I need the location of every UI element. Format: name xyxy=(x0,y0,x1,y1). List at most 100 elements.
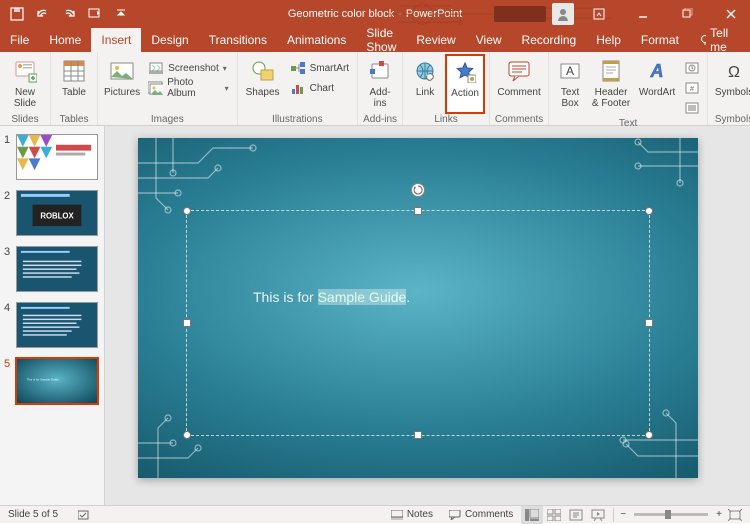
save-button[interactable] xyxy=(8,5,26,23)
pictures-button[interactable]: Pictures xyxy=(102,54,142,114)
shapes-button[interactable]: Shapes xyxy=(242,54,284,114)
text-more-1[interactable] xyxy=(681,58,703,78)
zoom-out-button[interactable]: − xyxy=(618,506,628,523)
resize-handle-nw[interactable] xyxy=(183,207,191,215)
text-more-3[interactable] xyxy=(681,98,703,118)
zoom-slider[interactable] xyxy=(634,513,708,516)
tab-slideshow[interactable]: Slide Show xyxy=(356,28,406,52)
share-button[interactable]: Share xyxy=(743,28,750,52)
title-right xyxy=(494,0,750,28)
quick-access-toolbar xyxy=(0,5,130,23)
chart-button[interactable]: Chart xyxy=(286,78,353,98)
notes-button[interactable]: Notes xyxy=(383,506,441,523)
pictures-label: Pictures xyxy=(104,87,140,98)
new-slide-label: New Slide xyxy=(14,87,36,109)
date-time-icon xyxy=(685,62,699,74)
thumbnail-preview xyxy=(16,246,98,292)
link-button[interactable]: Link xyxy=(407,54,443,114)
resize-handle-se[interactable] xyxy=(645,431,653,439)
tab-home[interactable]: Home xyxy=(39,28,91,52)
screenshot-label: Screenshot xyxy=(168,63,219,74)
addins-button[interactable]: Add- ins xyxy=(362,54,398,114)
close-button[interactable] xyxy=(712,0,750,28)
zoom-in-label: + xyxy=(716,509,722,520)
action-label: Action xyxy=(451,88,479,99)
editing-area: 1 2 ROBLOX 3 4 5 This is for S xyxy=(0,126,750,505)
thumbnail-2[interactable]: 2 ROBLOX xyxy=(4,190,100,236)
slide-canvas-area[interactable]: This is for Sample Guide. xyxy=(105,126,750,505)
undo-button[interactable] xyxy=(34,5,52,23)
tab-file[interactable]: File xyxy=(0,28,39,52)
tab-format[interactable]: Format xyxy=(631,28,689,52)
group-tables: Table Tables xyxy=(51,52,98,125)
resize-handle-e[interactable] xyxy=(645,319,653,327)
tab-help[interactable]: Help xyxy=(586,28,631,52)
slide[interactable]: This is for Sample Guide. xyxy=(138,138,698,478)
resize-handle-ne[interactable] xyxy=(645,207,653,215)
text-placeholder-selection[interactable]: This is for Sample Guide. xyxy=(186,210,650,436)
status-slide-indicator[interactable]: Slide 5 of 5 xyxy=(0,509,58,520)
thumbnail-3[interactable]: 3 xyxy=(4,246,100,292)
smartart-button[interactable]: SmartArt xyxy=(286,58,353,78)
thumbnail-number: 4 xyxy=(4,302,12,314)
qat-more-button[interactable] xyxy=(112,5,130,23)
fit-to-window-button[interactable] xyxy=(724,506,746,524)
status-language[interactable] xyxy=(70,506,98,523)
resize-handle-w[interactable] xyxy=(183,319,191,327)
tab-recording[interactable]: Recording xyxy=(512,28,587,52)
text-more-2[interactable]: # xyxy=(681,78,703,98)
textbox-button[interactable]: A Text Box xyxy=(553,54,587,114)
wordart-button[interactable]: A WordArt xyxy=(635,54,679,114)
tab-review[interactable]: Review xyxy=(406,28,465,52)
zoom-slider-thumb[interactable] xyxy=(665,510,671,519)
account-name-box[interactable] xyxy=(494,6,546,22)
thumbnail-5[interactable]: 5 This is for Sample Guide. xyxy=(4,358,100,404)
fit-icon xyxy=(728,509,742,521)
comment-label: Comment xyxy=(497,87,540,98)
tell-me-button[interactable]: Tell me xyxy=(689,28,743,52)
account-avatar[interactable] xyxy=(552,3,574,25)
comment-button[interactable]: Comment xyxy=(494,54,544,114)
rotate-handle[interactable] xyxy=(411,183,425,197)
spellcheck-icon xyxy=(78,509,90,521)
resize-handle-sw[interactable] xyxy=(183,431,191,439)
tab-animations[interactable]: Animations xyxy=(277,28,356,52)
new-slide-button[interactable]: New Slide xyxy=(4,54,46,114)
slide-thumbnails-panel[interactable]: 1 2 ROBLOX 3 4 5 This is for S xyxy=(0,126,105,505)
ribbon-display-options-button[interactable] xyxy=(580,0,618,28)
thumbnail-number: 2 xyxy=(4,190,12,202)
tab-insert[interactable]: Insert xyxy=(91,28,141,52)
tell-me-label: Tell me xyxy=(710,26,733,54)
resize-handle-n[interactable] xyxy=(414,207,422,215)
action-button[interactable]: Action xyxy=(445,54,485,114)
view-slideshow-button[interactable] xyxy=(587,506,609,524)
text-selected: Sample Guide xyxy=(318,289,407,305)
start-from-beginning-button[interactable] xyxy=(86,5,104,23)
headerfooter-button[interactable]: Header & Footer xyxy=(589,54,633,114)
title-bar: Geometric color block - PowerPoint xyxy=(0,0,750,28)
thumbnail-1[interactable]: 1 xyxy=(4,134,100,180)
view-normal-button[interactable] xyxy=(521,506,543,524)
minimize-button[interactable] xyxy=(624,0,662,28)
addins-icon xyxy=(366,57,394,85)
tab-design[interactable]: Design xyxy=(141,28,198,52)
resize-handle-s[interactable] xyxy=(414,431,422,439)
status-bar: Slide 5 of 5 Notes Comments − + xyxy=(0,505,750,523)
tab-view[interactable]: View xyxy=(466,28,512,52)
screenshot-button[interactable]: Screenshot ▾ xyxy=(144,58,232,78)
textbox-label: Text Box xyxy=(561,87,579,109)
view-sorter-button[interactable] xyxy=(543,506,565,524)
text-content[interactable]: This is for Sample Guide. xyxy=(253,289,410,305)
comments-pane-button[interactable]: Comments xyxy=(441,506,521,523)
zoom-in-button[interactable]: + xyxy=(714,506,724,523)
table-button[interactable]: Table xyxy=(55,54,93,114)
tab-transitions[interactable]: Transitions xyxy=(199,28,277,52)
smartart-label: SmartArt xyxy=(310,63,349,74)
redo-button[interactable] xyxy=(60,5,78,23)
maximize-button[interactable] xyxy=(668,0,706,28)
view-reading-button[interactable] xyxy=(565,506,587,524)
group-comments: Comment Comments xyxy=(490,52,549,125)
photo-album-button[interactable]: Photo Album ▾ xyxy=(144,78,232,98)
thumbnail-4[interactable]: 4 xyxy=(4,302,100,348)
symbols-button[interactable]: Ω Symbols xyxy=(712,54,750,114)
